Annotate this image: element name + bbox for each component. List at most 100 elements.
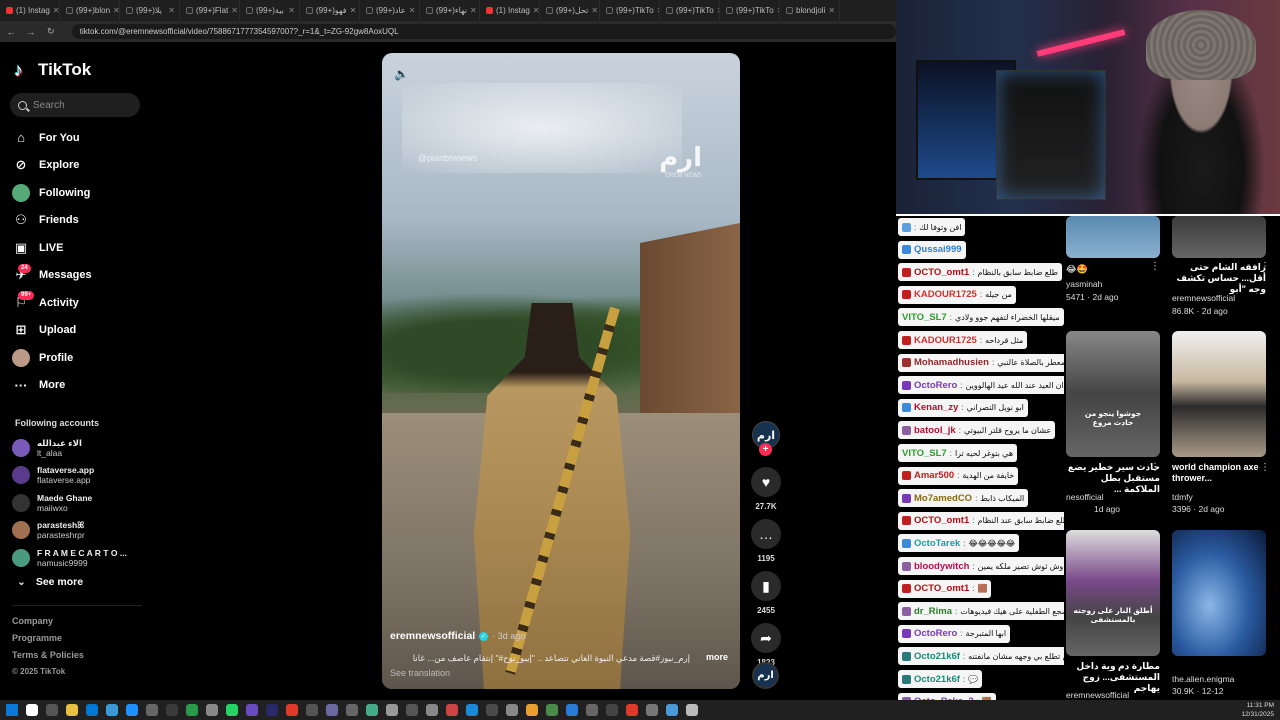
browser-tab[interactable]: (99+)TikTo✕ [720, 0, 780, 21]
sidebar-item-upload[interactable]: ⊞ Upload [12, 317, 152, 345]
more-options-icon[interactable]: ⋮ [1150, 261, 1160, 272]
taskbar-app-icon[interactable] [186, 704, 198, 716]
sidebar-item-profile[interactable]: Profile [12, 344, 152, 372]
see-more-button[interactable]: ⌄ See more [17, 576, 83, 588]
forward-icon[interactable]: → [26, 27, 36, 37]
card-thumb[interactable] [1172, 331, 1266, 457]
chat-username[interactable]: OCTO_omt1 [914, 267, 969, 278]
taskbar-clock[interactable]: 11:31 PM 12/31/2025 [1241, 701, 1274, 719]
taskbar-opera-icon[interactable] [286, 704, 298, 716]
chat-username[interactable]: bloodywitch [914, 561, 969, 572]
sidebar-item-following[interactable]: Following [12, 179, 152, 207]
search-input[interactable]: Search [10, 93, 140, 117]
more-options-icon[interactable]: ⋮ [1150, 462, 1160, 473]
chat-username[interactable]: OctoTarek [914, 538, 960, 549]
bookmark-icon[interactable]: ▮ [751, 571, 781, 601]
footer-link[interactable]: Programme [12, 633, 152, 650]
chat-username[interactable]: VITO_SL7 [902, 312, 947, 323]
taskbar-settings-icon[interactable] [166, 704, 178, 716]
taskbar-app-icon[interactable] [446, 704, 458, 716]
chat-username[interactable]: Mohamadhusien [914, 357, 989, 368]
close-tab-icon[interactable]: ✕ [231, 6, 238, 15]
taskbar-chrome-icon[interactable] [466, 704, 478, 716]
following-account[interactable]: F R A M E C A R T O ... namusic9999 [12, 544, 152, 572]
chat-username[interactable]: Kenan_zy [914, 402, 958, 413]
close-tab-icon[interactable]: ✕ [288, 6, 295, 15]
chat-username[interactable]: OctoRero [914, 380, 957, 391]
close-tab-icon[interactable]: ✕ [350, 6, 357, 15]
chat-username[interactable]: dr_Rima [914, 606, 952, 617]
close-tab-icon[interactable]: ✕ [591, 6, 598, 15]
browser-tab[interactable]: (99+)blon ✕ [60, 0, 120, 21]
close-tab-icon[interactable]: ✕ [533, 6, 539, 15]
taskbar-app-icon[interactable] [146, 704, 158, 716]
mute-icon[interactable]: 🔈 [394, 67, 409, 81]
taskbar-app-icon[interactable] [506, 704, 518, 716]
taskbar-app-icon[interactable] [646, 704, 658, 716]
video-player[interactable]: 🔈 @pianbtvnews ارم EREM NEWS eremnewsoff… [382, 53, 740, 689]
card-author[interactable]: nesofficial [1066, 492, 1104, 502]
chat-username[interactable]: KADOUR1725 [914, 335, 977, 346]
following-account[interactable]: flataverse.app flataverse.app [12, 462, 152, 490]
browser-tab[interactable]: (99+)عاد ✕ [360, 0, 420, 21]
sidebar-item-more[interactable]: ··· More [12, 372, 152, 400]
card-author[interactable]: eremnewsofficial [1066, 690, 1129, 700]
taskbar-app-icon[interactable] [206, 704, 218, 716]
music-disc-icon[interactable]: ارم [752, 662, 779, 689]
browser-tab[interactable]: (1) Instag ✕ [480, 0, 540, 21]
chat-username[interactable]: Qussai999 [914, 244, 962, 255]
chat-username[interactable]: Octo21k6f [914, 674, 960, 685]
chat-username[interactable]: OctoRero [914, 628, 957, 639]
close-tab-icon[interactable]: ✕ [409, 6, 416, 15]
card-author[interactable]: eremnewsofficial [1172, 293, 1235, 303]
chat-username[interactable]: OCTO_omt1 [914, 515, 969, 526]
browser-tab[interactable]: (1) Instag ✕ [0, 0, 60, 21]
url-input[interactable]: tiktok.com/@eremnewsofficial/video/75886… [71, 24, 896, 39]
taskbar-app-icon[interactable] [306, 704, 318, 716]
card-title[interactable]: حادث سير خطير يضع مستقبل بطل الملاكمة ..… [1066, 462, 1160, 495]
card-author[interactable]: the.alien.enigma [1172, 674, 1234, 684]
taskbar-windows-start-icon[interactable] [6, 704, 18, 716]
browser-tab[interactable]: blondjoli ✕ [780, 0, 840, 21]
card-author[interactable]: tdmfy [1172, 492, 1193, 502]
taskbar-app-icon[interactable] [346, 704, 358, 716]
comment-icon[interactable]: … [751, 519, 781, 549]
browser-tab[interactable]: (99+)بية ✕ [240, 0, 300, 21]
chat-username[interactable]: Mo7amedCO [914, 493, 972, 504]
taskbar-task-view-icon[interactable] [46, 704, 58, 716]
browser-tab[interactable]: (99+)Flat ✕ [180, 0, 240, 21]
taskbar-steam-icon[interactable] [566, 704, 578, 716]
taskbar-obs-icon[interactable] [486, 704, 498, 716]
taskbar-search-icon[interactable] [26, 704, 38, 716]
browser-tab[interactable]: (99+)TikTo✕ [600, 0, 660, 21]
taskbar-app-icon[interactable] [246, 704, 258, 716]
taskbar-app-icon[interactable] [666, 704, 678, 716]
more-options-icon[interactable]: ⋮ [1260, 261, 1270, 272]
chat-username[interactable]: Amar500 [914, 470, 954, 481]
card-thumb[interactable]: جوشوا ينجو من حادث مروع [1066, 331, 1160, 457]
card-title[interactable]: رافقه الشام حتى أقل... حساس تكشف وجه "أب… [1172, 262, 1266, 295]
browser-tab[interactable]: (99+)TikTo✕ [660, 0, 720, 21]
taskbar-app-icon[interactable] [606, 704, 618, 716]
taskbar-edge-icon[interactable] [86, 704, 98, 716]
heart-icon[interactable]: ♥ [751, 467, 781, 497]
footer-link[interactable]: Company [12, 616, 152, 633]
browser-tab[interactable]: (99+)تحل ✕ [540, 0, 600, 21]
footer-link[interactable]: Terms & Policies [12, 650, 152, 667]
see-translation-link[interactable]: See translation [390, 668, 450, 678]
back-icon[interactable]: ← [6, 27, 16, 37]
taskbar-app-icon[interactable] [366, 704, 378, 716]
close-tab-icon[interactable]: ✕ [168, 6, 175, 15]
sidebar-item-messages[interactable]: ✈ 24 Messages [12, 262, 152, 290]
chat-username[interactable]: batool_jk [914, 425, 956, 436]
taskbar-app-icon[interactable] [406, 704, 418, 716]
taskbar-premiere-icon[interactable] [266, 704, 278, 716]
card-thumb[interactable] [1172, 216, 1266, 258]
chat-username[interactable]: KADOUR1725 [914, 289, 977, 300]
taskbar-discord-icon[interactable] [326, 704, 338, 716]
card-thumb[interactable]: أطلق النار على زوجته بالمستشفى [1066, 530, 1160, 656]
following-account[interactable]: parasteshꕤ parasteshrpr [12, 517, 152, 545]
taskbar-app-icon[interactable] [386, 704, 398, 716]
card-title[interactable]: world champion axe thrower... [1172, 462, 1270, 484]
taskbar-app-icon[interactable] [686, 704, 698, 716]
